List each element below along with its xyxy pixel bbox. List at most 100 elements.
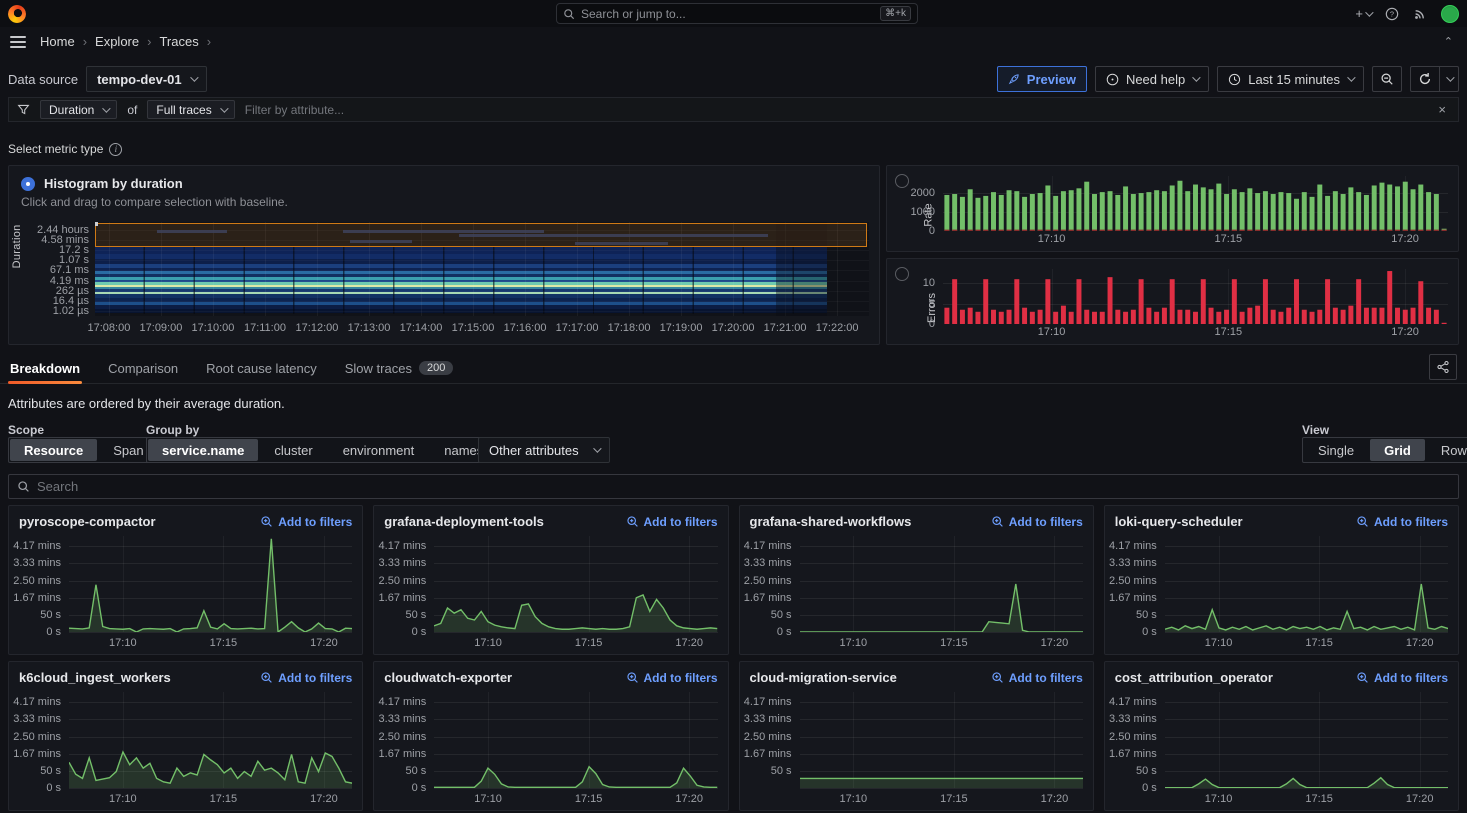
tab-comparison[interactable]: Comparison [106, 352, 180, 384]
area-chart [69, 692, 352, 788]
gridline [434, 632, 717, 633]
heatmap-x-tick: 17:13:00 [348, 322, 391, 334]
rate-chart[interactable] [943, 176, 1448, 231]
heatmap-selection[interactable] [95, 223, 867, 247]
heatmap-plot[interactable] [95, 222, 869, 316]
service-chart[interactable] [434, 692, 717, 788]
gridline [69, 788, 352, 789]
add-to-filters-link[interactable]: Add to filters [260, 515, 352, 529]
add-to-filters-link[interactable]: Add to filters [991, 671, 1083, 685]
service-chart[interactable] [69, 536, 352, 632]
y-tick: 1.67 mins [744, 592, 792, 604]
x-tick: 17:15 [575, 637, 603, 649]
menu-toggle-icon[interactable] [10, 36, 26, 48]
refresh-button[interactable] [1410, 66, 1440, 92]
metric-type-label: Select metric type [8, 142, 103, 156]
y-tick: 1.67 mins [379, 592, 427, 604]
breadcrumb-item-home[interactable]: Home [40, 34, 75, 49]
add-to-filters-link[interactable]: Add to filters [626, 515, 718, 529]
heatmap-x-tick: 17:09:00 [140, 322, 183, 334]
service-chart[interactable] [434, 536, 717, 632]
bars [943, 176, 1448, 231]
service-chart[interactable] [800, 692, 1083, 788]
add-to-filters-link[interactable]: Add to filters [1356, 671, 1448, 685]
chevron-down-icon [220, 104, 228, 112]
option-grid[interactable]: Grid [1370, 439, 1425, 461]
y-tick: 3.33 mins [379, 557, 427, 569]
other-attributes-dropdown[interactable]: Other attributes [478, 437, 610, 463]
tab-breakdown[interactable]: Breakdown [8, 352, 82, 384]
y-axis-labels: 4.17 mins3.33 mins2.50 mins1.67 mins50 s [740, 692, 798, 788]
collapse-chevron-icon[interactable]: ⌃ [1444, 35, 1453, 48]
errors-y-axis: 1050 [887, 269, 939, 324]
refresh-interval-dropdown[interactable] [1440, 66, 1459, 92]
preview-label: Preview [1027, 72, 1076, 87]
x-tick: 17:20 [675, 793, 703, 805]
breadcrumb-item-traces[interactable]: Traces [159, 34, 198, 49]
add-to-filters-link[interactable]: Add to filters [626, 671, 718, 685]
user-avatar[interactable] [1441, 5, 1459, 23]
search-plus-icon [626, 515, 639, 528]
scope-group: ResourceSpan [8, 437, 160, 463]
news-button[interactable] [1413, 7, 1427, 21]
errors-chart[interactable] [943, 269, 1448, 324]
need-help-button[interactable]: Need help [1095, 66, 1209, 92]
chevron-down-icon [1446, 73, 1454, 81]
grafana-logo-icon[interactable] [8, 5, 26, 23]
tab-root-cause-latency[interactable]: Root cause latency [204, 352, 319, 384]
filter-attribute-input[interactable]: Filter by attribute... [245, 103, 344, 117]
gridline [95, 311, 869, 312]
service-title: cloud-migration-service [750, 670, 897, 685]
tab-slow-traces[interactable]: Slow traces200 [343, 352, 456, 384]
time-range-picker[interactable]: Last 15 minutes [1217, 66, 1364, 92]
service-panel-cost-attribution-operator: cost_attribution_operator Add to filters… [1104, 661, 1459, 811]
option-environment[interactable]: environment [329, 439, 429, 461]
add-to-filters-label: Add to filters [1009, 515, 1083, 529]
add-to-filters-link[interactable]: Add to filters [1356, 515, 1448, 529]
y-tick: 1000 [911, 206, 935, 218]
area-chart [1165, 692, 1448, 788]
x-axis-labels: 17:1017:1517:20 [1165, 790, 1448, 806]
y-axis-labels: 4.17 mins3.33 mins2.50 mins1.67 mins50 s… [1105, 536, 1163, 632]
y-tick: 2.50 mins [1109, 575, 1157, 587]
help-button[interactable]: ? [1385, 7, 1399, 21]
global-search-input[interactable]: Search or jump to... ⌘+k [556, 3, 918, 24]
share-button[interactable] [1429, 354, 1457, 380]
heatmap-y-axis: 2.44 hours4.58 mins17.2 s1.07 s67.1 ms4.… [9, 222, 93, 316]
search-plus-icon [1356, 515, 1369, 528]
add-to-filters-link[interactable]: Add to filters [991, 515, 1083, 529]
rss-icon [1413, 7, 1427, 21]
service-chart[interactable] [1165, 692, 1448, 788]
errors-panel: Errors 1050 17:1017:1517:20 [886, 258, 1459, 345]
data-source-picker[interactable]: tempo-dev-01 [86, 66, 207, 92]
option-rows[interactable]: Rows [1427, 439, 1467, 461]
x-axis-labels: 17:1017:1517:20 [69, 790, 352, 806]
breadcrumb-separator: › [147, 34, 151, 49]
preview-button[interactable]: Preview [997, 66, 1087, 92]
service-panel-loki-query-scheduler: loki-query-scheduler Add to filters 4.17… [1104, 505, 1459, 655]
attribute-search-input[interactable]: Search [8, 474, 1459, 499]
zoom-out-button[interactable] [1372, 66, 1402, 92]
y-tick: 1.67 mins [379, 748, 427, 760]
option-single[interactable]: Single [1304, 439, 1368, 461]
add-to-filters-link[interactable]: Add to filters [260, 671, 352, 685]
service-chart[interactable] [1165, 536, 1448, 632]
x-tick: 17:10 [109, 637, 137, 649]
filter-field-dropdown[interactable]: Duration [40, 100, 117, 119]
clear-filter-icon[interactable]: × [1434, 102, 1450, 117]
breadcrumb-separator: › [83, 34, 87, 49]
option-resource[interactable]: Resource [10, 439, 97, 461]
service-panel-grid: pyroscope-compactor Add to filters 4.17 … [8, 505, 1459, 811]
y-tick: 4.17 mins [379, 696, 427, 708]
service-chart[interactable] [800, 536, 1083, 632]
histogram-radio[interactable] [21, 177, 35, 191]
service-chart[interactable] [69, 692, 352, 788]
option-cluster[interactable]: cluster [260, 439, 326, 461]
filter-traces-dropdown[interactable]: Full traces [147, 100, 234, 119]
breadcrumb-item-explore[interactable]: Explore [95, 34, 139, 49]
service-panel-pyroscope-compactor: pyroscope-compactor Add to filters 4.17 … [8, 505, 363, 655]
option-service-name[interactable]: service.name [148, 439, 258, 461]
gridline [1165, 788, 1448, 789]
search-icon [17, 480, 30, 493]
add-menu-button[interactable]: + [1355, 6, 1371, 21]
